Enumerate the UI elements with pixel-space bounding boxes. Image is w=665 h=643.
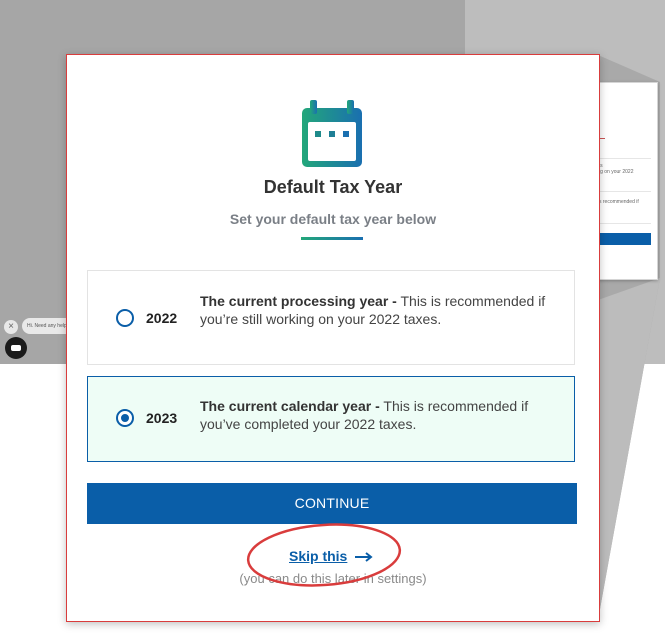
- option-2023[interactable]: 2023 The current calendar year - This is…: [87, 376, 575, 462]
- option-description: The current processing year - This is re…: [200, 292, 560, 328]
- radio-2023[interactable]: [116, 409, 134, 427]
- radio-2022[interactable]: [116, 309, 134, 327]
- radio-selected-dot: [121, 414, 129, 422]
- calendar-icon: [302, 100, 362, 167]
- option-2022[interactable]: 2022 The current processing year - This …: [87, 270, 575, 365]
- modal-subtitle: Set your default tax year below: [229, 211, 437, 227]
- option-description: The current calendar year - This is reco…: [200, 397, 560, 433]
- option-heading: The current calendar year -: [200, 398, 380, 414]
- chat-launcher-button[interactable]: [5, 337, 27, 359]
- option-year: 2023: [146, 410, 178, 426]
- option-year: 2022: [146, 310, 178, 326]
- chat-close-icon[interactable]: ×: [4, 320, 18, 334]
- continue-button[interactable]: CONTINUE: [87, 483, 577, 524]
- title-underline: [301, 237, 363, 240]
- chat-icon: [11, 345, 21, 351]
- annotation-circle: [246, 523, 402, 587]
- modal-title: Default Tax Year: [263, 177, 403, 197]
- background-dialog-thumbnail: is ig on your 2022 s recommended if: [596, 82, 658, 280]
- option-heading: The current processing year -: [200, 293, 397, 309]
